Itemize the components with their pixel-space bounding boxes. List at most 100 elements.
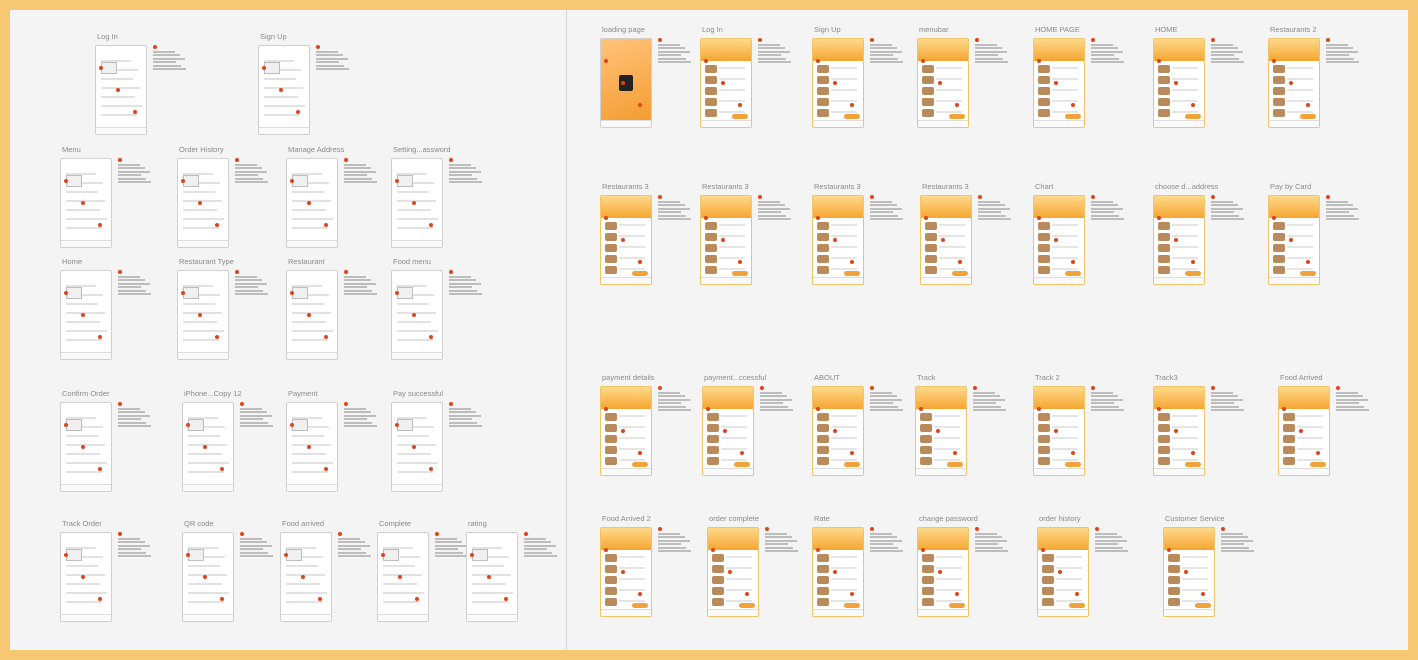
- tab-bar[interactable]: [813, 609, 863, 616]
- artboard-log-in[interactable]: Log In: [700, 25, 791, 128]
- tab-bar[interactable]: [916, 468, 966, 475]
- action-button[interactable]: [1195, 603, 1211, 608]
- tab-bar[interactable]: [287, 484, 337, 491]
- action-button[interactable]: [844, 462, 860, 467]
- artboard-log-in[interactable]: Log In: [95, 32, 186, 135]
- artboard-rating[interactable]: rating: [466, 519, 557, 622]
- tab-bar[interactable]: [601, 609, 651, 616]
- action-button[interactable]: [732, 114, 748, 119]
- artboard-order-history[interactable]: order history: [1037, 514, 1128, 617]
- tab-bar[interactable]: [918, 120, 968, 127]
- tab-bar[interactable]: [392, 352, 442, 359]
- artboard-track3[interactable]: Track3: [1153, 373, 1244, 476]
- action-button[interactable]: [1310, 462, 1326, 467]
- tab-bar[interactable]: [392, 484, 442, 491]
- artboard-payment-ccessful[interactable]: payment...ccessful: [702, 373, 793, 476]
- action-button[interactable]: [732, 271, 748, 276]
- artboard-home[interactable]: HOME: [1153, 25, 1244, 128]
- action-button[interactable]: [1065, 462, 1081, 467]
- artboard-restaurant-type[interactable]: Restaurant Type: [177, 257, 268, 360]
- tab-bar[interactable]: [1269, 120, 1319, 127]
- tab-bar[interactable]: [61, 240, 111, 247]
- action-button[interactable]: [1300, 114, 1316, 119]
- artboard-choose-d-address[interactable]: choose d...address: [1153, 182, 1244, 285]
- artboard-restaurants-3[interactable]: Restaurants 3: [700, 182, 791, 285]
- artboard-chart[interactable]: Chart: [1033, 182, 1124, 285]
- artboard-about[interactable]: ABOUT: [812, 373, 903, 476]
- tab-bar[interactable]: [178, 240, 228, 247]
- artboard-track[interactable]: Track: [915, 373, 1006, 476]
- action-button[interactable]: [949, 114, 965, 119]
- artboard-manage-address[interactable]: Manage Address: [286, 145, 377, 248]
- tab-bar[interactable]: [259, 127, 309, 134]
- action-button[interactable]: [1185, 462, 1201, 467]
- artboard-restaurants-3[interactable]: Restaurants 3: [600, 182, 691, 285]
- artboard-pay-by-card[interactable]: Pay by Card: [1268, 182, 1359, 285]
- tab-bar[interactable]: [1034, 120, 1084, 127]
- artboard-food-arrived[interactable]: Food arrived: [280, 519, 371, 622]
- action-button[interactable]: [947, 462, 963, 467]
- action-button[interactable]: [632, 603, 648, 608]
- tab-bar[interactable]: [701, 120, 751, 127]
- action-button[interactable]: [1185, 271, 1201, 276]
- artboard-track-2[interactable]: Track 2: [1033, 373, 1124, 476]
- tab-bar[interactable]: [467, 614, 517, 621]
- action-button[interactable]: [844, 603, 860, 608]
- artboard-food-menu[interactable]: Food menu: [391, 257, 482, 360]
- artboard-customer-service[interactable]: Customer Service: [1163, 514, 1254, 617]
- tab-bar[interactable]: [61, 352, 111, 359]
- artboard-menu[interactable]: Menu: [60, 145, 151, 248]
- action-button[interactable]: [949, 603, 965, 608]
- action-button[interactable]: [632, 462, 648, 467]
- artboard-home[interactable]: Home: [60, 257, 151, 360]
- tab-bar[interactable]: [96, 127, 146, 134]
- tab-bar[interactable]: [287, 240, 337, 247]
- tab-bar[interactable]: [378, 614, 428, 621]
- artboard-setting-assword[interactable]: Setting...assword: [391, 145, 482, 248]
- tab-bar[interactable]: [392, 240, 442, 247]
- artboard-payment[interactable]: Payment: [286, 389, 377, 492]
- action-button[interactable]: [1185, 114, 1201, 119]
- tab-bar[interactable]: [183, 614, 233, 621]
- tab-bar[interactable]: [1034, 277, 1084, 284]
- artboard-order-history[interactable]: Order History: [177, 145, 268, 248]
- tab-bar[interactable]: [1269, 277, 1319, 284]
- action-button[interactable]: [844, 271, 860, 276]
- tab-bar[interactable]: [1038, 609, 1088, 616]
- tab-bar[interactable]: [813, 277, 863, 284]
- artboard-change-password[interactable]: change password: [917, 514, 1008, 617]
- tab-bar[interactable]: [813, 120, 863, 127]
- tab-bar[interactable]: [61, 614, 111, 621]
- artboard-restaurants-3[interactable]: Restaurants 3: [812, 182, 903, 285]
- artboard-order-complete[interactable]: order complete: [707, 514, 798, 617]
- artboard-rate[interactable]: Rate: [812, 514, 903, 617]
- tab-bar[interactable]: [813, 468, 863, 475]
- artboard-loading-page[interactable]: loading page: [600, 25, 691, 128]
- artboard-home-page[interactable]: HOME PAGE: [1033, 25, 1124, 128]
- tab-bar[interactable]: [1154, 120, 1204, 127]
- artboard-qr-code[interactable]: QR code: [182, 519, 273, 622]
- tab-bar[interactable]: [178, 352, 228, 359]
- artboard-restaurants-3[interactable]: Restaurants 3: [920, 182, 1011, 285]
- artboard-iphone-copy-12[interactable]: iPhone...Copy 12: [182, 389, 273, 492]
- action-button[interactable]: [844, 114, 860, 119]
- tab-bar[interactable]: [1154, 468, 1204, 475]
- tab-bar[interactable]: [281, 614, 331, 621]
- tab-bar[interactable]: [61, 484, 111, 491]
- action-button[interactable]: [734, 462, 750, 467]
- tab-bar[interactable]: [601, 120, 651, 127]
- tab-bar[interactable]: [601, 277, 651, 284]
- action-button[interactable]: [1069, 603, 1085, 608]
- tab-bar[interactable]: [1279, 468, 1329, 475]
- artboard-restaurant[interactable]: Restaurant: [286, 257, 377, 360]
- action-button[interactable]: [632, 271, 648, 276]
- tab-bar[interactable]: [1154, 277, 1204, 284]
- artboard-sign-up[interactable]: Sign Up: [812, 25, 903, 128]
- artboard-pay-successful[interactable]: Pay successful: [391, 389, 482, 492]
- action-button[interactable]: [952, 271, 968, 276]
- action-button[interactable]: [1065, 271, 1081, 276]
- tab-bar[interactable]: [601, 468, 651, 475]
- artboard-payment-details[interactable]: payment details: [600, 373, 691, 476]
- action-button[interactable]: [1300, 271, 1316, 276]
- tab-bar[interactable]: [701, 277, 751, 284]
